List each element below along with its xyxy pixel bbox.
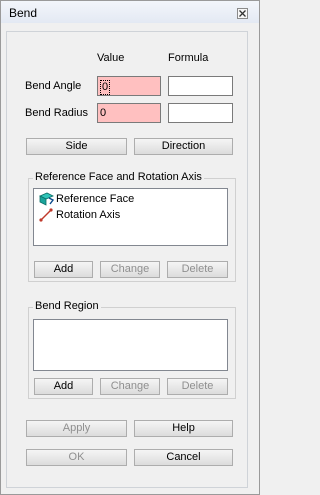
bend-region-change-button[interactable]: Change <box>100 378 160 395</box>
formula-column-header: Formula <box>168 52 209 64</box>
bend-radius-label: Bend Radius <box>25 107 88 119</box>
close-icon <box>239 10 246 17</box>
reference-list[interactable]: Reference Face Rotation Axis <box>33 188 228 246</box>
bend-angle-value-input[interactable]: 0 <box>97 76 161 96</box>
rotation-axis-label: Rotation Axis <box>56 209 121 221</box>
bend-region-group-title: Bend Region <box>33 300 101 312</box>
reference-add-button[interactable]: Add <box>34 261 93 278</box>
bend-region-add-button[interactable]: Add <box>34 378 93 395</box>
title-bar: Bend <box>1 1 259 23</box>
dialog-title: Bend <box>9 6 38 20</box>
reference-delete-button[interactable]: Delete <box>167 261 228 278</box>
close-button[interactable] <box>237 8 248 19</box>
bend-angle-value: 0 <box>100 80 111 95</box>
value-column-header: Value <box>97 52 125 64</box>
reference-face-group-title: Reference Face and Rotation Axis <box>33 171 204 183</box>
reference-face-icon <box>39 192 54 206</box>
bend-radius-value-input[interactable]: 0 <box>97 103 161 123</box>
rotation-axis-icon <box>39 208 53 222</box>
cancel-button[interactable]: Cancel <box>134 449 233 466</box>
bend-angle-formula-input[interactable] <box>168 76 233 96</box>
side-button[interactable]: Side <box>26 138 127 155</box>
bend-radius-formula-input[interactable] <box>168 103 233 123</box>
direction-button[interactable]: Direction <box>134 138 233 155</box>
reference-change-button[interactable]: Change <box>100 261 160 278</box>
help-button[interactable]: Help <box>134 420 233 437</box>
bend-region-list[interactable] <box>33 319 228 371</box>
bend-region-delete-button[interactable]: Delete <box>167 378 228 395</box>
reference-face-label: Reference Face <box>56 193 135 205</box>
apply-button[interactable]: Apply <box>26 420 127 437</box>
bend-radius-value: 0 <box>100 107 107 119</box>
bend-angle-label: Bend Angle <box>25 80 82 92</box>
ok-button[interactable]: OK <box>26 449 127 466</box>
bend-dialog: Bend Value Formula Bend Angle 0 Bend Rad… <box>0 0 260 495</box>
